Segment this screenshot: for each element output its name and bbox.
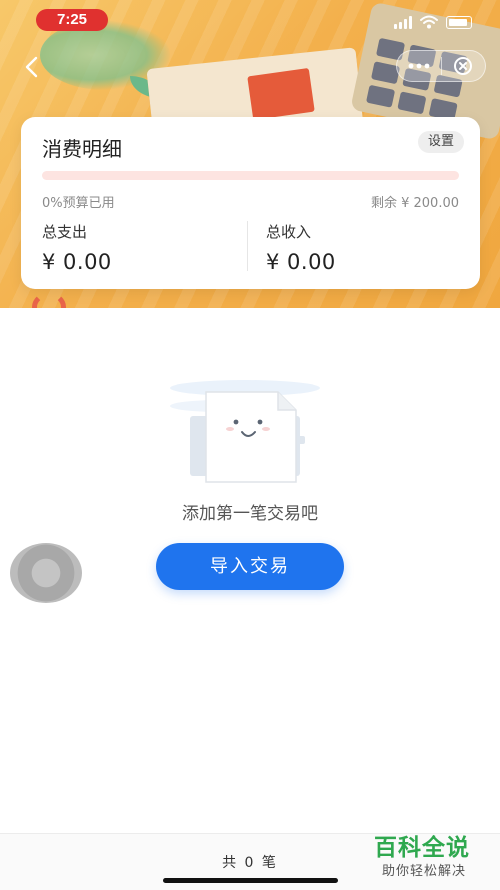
summary-card: 消费明细 设置 0%预算已用 剩余 ¥ 200.00 总支出 ¥ 0.00 总收… bbox=[21, 117, 480, 289]
close-circle-icon bbox=[454, 57, 473, 75]
total-income: 总收入 ¥ 0.00 bbox=[266, 221, 336, 274]
wifi-icon bbox=[420, 15, 438, 29]
more-dots-icon bbox=[408, 63, 430, 69]
settings-button[interactable]: 设置 bbox=[417, 131, 464, 153]
empty-state-message: 添加第一笔交易吧 bbox=[182, 504, 318, 524]
watermark-title: 百科全说 bbox=[374, 835, 470, 861]
status-icons bbox=[394, 13, 472, 29]
total-expense-value: ¥ 0.00 bbox=[42, 250, 112, 274]
back-button[interactable] bbox=[14, 52, 50, 82]
mini-program-capsule bbox=[396, 50, 486, 82]
empty-document-illustration bbox=[170, 380, 320, 483]
home-indicator[interactable] bbox=[163, 878, 338, 883]
battery-icon bbox=[446, 16, 472, 29]
total-income-label: 总收入 bbox=[266, 223, 312, 241]
total-expense: 总支出 ¥ 0.00 bbox=[42, 221, 112, 274]
card-title: 消费明细 bbox=[42, 137, 122, 161]
total-expense-label: 总支出 bbox=[42, 223, 88, 241]
assistive-touch-button[interactable] bbox=[10, 543, 82, 603]
chevron-left-icon bbox=[25, 56, 38, 78]
signal-icon bbox=[394, 16, 412, 29]
more-button[interactable] bbox=[397, 51, 441, 81]
wallet-decoration bbox=[247, 67, 315, 121]
watermark-subtitle: 助你轻松解决 bbox=[382, 864, 467, 879]
status-time: 7:25 bbox=[36, 9, 108, 31]
stat-divider bbox=[247, 221, 248, 271]
import-transactions-button[interactable]: 导入交易 bbox=[156, 543, 344, 590]
budget-remaining-text: 剩余 ¥ 200.00 bbox=[370, 196, 459, 211]
close-button[interactable] bbox=[442, 51, 486, 81]
total-income-value: ¥ 0.00 bbox=[266, 250, 336, 274]
budget-progress-bar bbox=[42, 171, 459, 180]
budget-used-text: 0%预算已用 bbox=[42, 196, 115, 211]
